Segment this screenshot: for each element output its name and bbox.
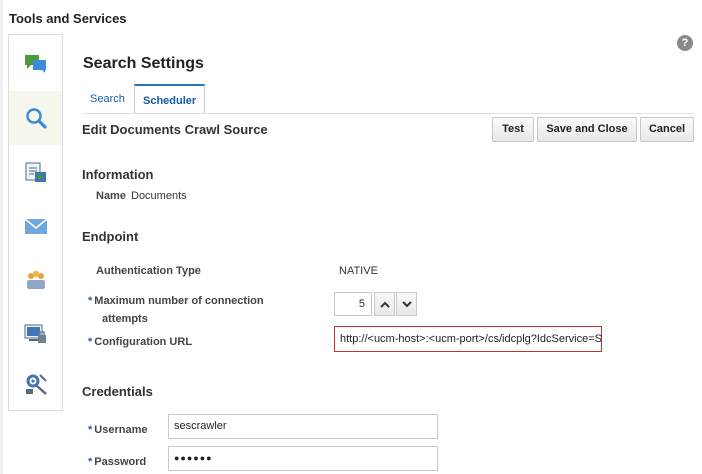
search-icon — [25, 108, 47, 129]
people-icon — [26, 270, 45, 289]
auth-type-label: Authentication Type — [96, 265, 201, 277]
name-value: Documents — [131, 190, 187, 202]
help-icon[interactable]: ? — [677, 35, 693, 51]
username-label-text: Username — [94, 424, 148, 436]
sidebar — [8, 34, 63, 411]
form-title: Edit Documents Crawl Source — [82, 122, 268, 137]
window-left-edge — [0, 0, 3, 474]
credentials-heading: Credentials — [82, 384, 153, 399]
name-label: Name — [96, 190, 126, 202]
decrement-button[interactable] — [396, 292, 417, 316]
sidebar-item-tools[interactable] — [9, 357, 62, 411]
max-connection-label-line2: attempts — [102, 313, 148, 325]
required-marker: * — [88, 424, 93, 436]
page-title: Search Settings — [83, 55, 204, 72]
increment-button[interactable] — [374, 292, 395, 316]
tab-scheduler[interactable]: Scheduler — [134, 84, 206, 114]
chevron-up-icon — [379, 301, 390, 308]
chevron-down-icon — [401, 300, 412, 307]
sidebar-item-documents[interactable] — [9, 145, 62, 199]
password-label-text: Password — [94, 456, 147, 468]
config-url-label: * Configuration URL — [88, 332, 192, 350]
required-marker: * — [88, 336, 93, 348]
tab-divider — [83, 113, 694, 114]
screen-lock-icon — [24, 324, 46, 343]
password-input[interactable]: ●●●●●● — [168, 446, 438, 471]
sidebar-item-search[interactable] — [9, 91, 62, 145]
endpoint-heading: Endpoint — [82, 229, 139, 244]
auth-type-value: NATIVE — [339, 265, 378, 277]
required-marker: * — [88, 456, 93, 468]
config-url-label-text: Configuration URL — [94, 336, 193, 348]
information-heading: Information — [82, 167, 154, 182]
max-connection-label-line1: Maximum number of connection — [94, 295, 264, 307]
tab-search[interactable]: Search — [83, 84, 132, 114]
max-connection-input[interactable]: 5 — [334, 292, 372, 316]
sidebar-item-people[interactable] — [9, 253, 62, 307]
envelope-icon — [24, 218, 47, 234]
max-connection-label: * Maximum number of connection attempts — [88, 291, 308, 327]
config-url-input[interactable]: http://<ucm-host>:<ucm-port>/cs/idcplg?I… — [334, 326, 602, 352]
username-input[interactable]: sescrawler — [168, 414, 438, 439]
save-and-close-button[interactable]: Save and Close — [537, 117, 637, 142]
chat-bubbles-icon — [24, 55, 46, 73]
required-marker: * — [88, 295, 93, 307]
document-arrow-icon — [25, 162, 46, 182]
sidebar-item-mail[interactable] — [9, 199, 62, 253]
app-title: Tools and Services — [9, 11, 127, 26]
password-label: * Password — [88, 452, 146, 470]
test-button[interactable]: Test — [492, 117, 534, 142]
cancel-button[interactable]: Cancel — [640, 117, 694, 142]
sidebar-item-chat[interactable] — [9, 37, 62, 91]
sidebar-item-screen[interactable] — [9, 307, 62, 361]
username-label: * Username — [88, 420, 147, 438]
tools-gear-icon — [25, 374, 47, 395]
